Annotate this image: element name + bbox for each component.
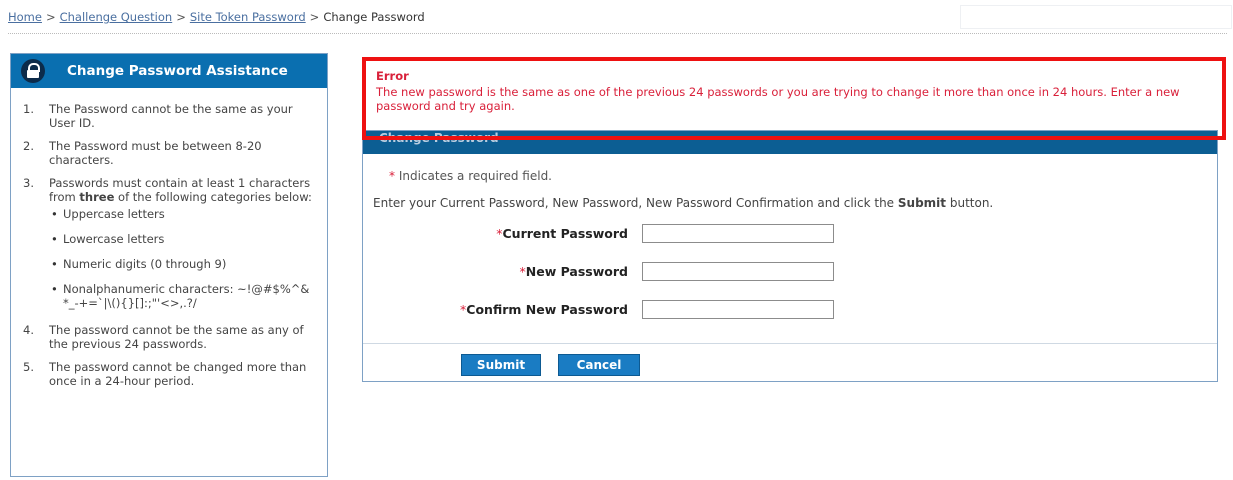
- rule-text: The Password must be between 8-20 charac…: [49, 139, 262, 167]
- rule-text: The Password cannot be the same as your …: [49, 102, 293, 130]
- new-password-input[interactable]: [642, 262, 834, 281]
- rule-text: The password cannot be the same as any o…: [49, 323, 304, 351]
- rule-number: 1.: [23, 102, 34, 116]
- label-text: Current Password: [502, 226, 629, 241]
- new-password-row: *New Password: [363, 262, 834, 281]
- rule-text: The password cannot be changed more than…: [49, 360, 307, 388]
- current-password-input[interactable]: [642, 224, 834, 243]
- error-message-box: Error The new password is the same as on…: [362, 57, 1226, 140]
- breadcrumb-challenge-question-link[interactable]: Challenge Question: [60, 10, 173, 24]
- rule-number: 4.: [23, 323, 34, 337]
- required-star: *: [389, 169, 395, 183]
- form-divider: [363, 343, 1217, 344]
- form-instruction: Enter your Current Password, New Passwor…: [373, 196, 993, 210]
- rule-number: 2.: [23, 139, 34, 153]
- confirm-password-input[interactable]: [642, 300, 834, 319]
- rule-number: 3.: [23, 176, 34, 190]
- breadcrumb-current: Change Password: [323, 10, 425, 24]
- breadcrumb: Home > Challenge Question > Site Token Passw…: [8, 10, 425, 24]
- breadcrumb-separator: >: [176, 10, 186, 24]
- header-box: [960, 5, 1232, 29]
- submit-button[interactable]: Submit: [461, 354, 541, 376]
- change-password-panel: Change Password * Indicates a required f…: [362, 130, 1218, 382]
- rule-text-part: of the following categories below:: [114, 190, 312, 204]
- character-categories-list: Uppercase letters Lowercase letters Nume…: [49, 207, 313, 310]
- assistance-header: Change Password Assistance: [11, 54, 327, 88]
- rule-text-bold: three: [79, 190, 115, 204]
- label-text: Confirm New Password: [466, 302, 628, 317]
- category-item: Lowercase letters: [49, 232, 313, 246]
- assistance-title: Change Password Assistance: [67, 63, 288, 79]
- instruction-text: Enter your Current Password, New Passwor…: [373, 196, 898, 210]
- rule-item: 3. Passwords must contain at least 1 cha…: [23, 176, 313, 314]
- confirm-password-label: *Confirm New Password: [363, 302, 628, 317]
- dotted-divider: [8, 33, 1227, 34]
- instruction-text: button.: [946, 196, 994, 210]
- required-note-text: Indicates a required field.: [398, 169, 552, 183]
- breadcrumb-separator: >: [309, 10, 320, 24]
- cancel-button[interactable]: Cancel: [558, 354, 640, 376]
- rule-number: 5.: [23, 360, 34, 374]
- current-password-row: *Current Password: [363, 224, 834, 243]
- category-item: Numeric digits (0 through 9): [49, 257, 313, 271]
- password-rules-list: 1. The Password cannot be the same as yo…: [11, 88, 327, 388]
- rule-item: 2. The Password must be between 8-20 cha…: [23, 139, 313, 167]
- rule-text: Passwords must contain at least 1 charac…: [49, 176, 313, 314]
- category-item: Uppercase letters: [49, 207, 313, 221]
- rule-item: 4. The password cannot be the same as an…: [23, 323, 313, 351]
- rule-item: 1. The Password cannot be the same as yo…: [23, 102, 313, 130]
- label-text: New Password: [525, 264, 628, 279]
- breadcrumb-separator: >: [45, 10, 56, 24]
- rule-item: 5. The password cannot be changed more t…: [23, 360, 313, 388]
- breadcrumb-site-token-password-link[interactable]: Site Token Password: [190, 10, 306, 24]
- confirm-password-row: *Confirm New Password: [363, 300, 834, 319]
- category-item: Nonalphanumeric characters: ~!@#$%^&*_-+…: [49, 282, 313, 310]
- current-password-label: *Current Password: [363, 226, 628, 241]
- new-password-label: *New Password: [363, 264, 628, 279]
- error-message: The new password is the same as one of t…: [376, 85, 1180, 113]
- required-field-note: * Indicates a required field.: [389, 169, 552, 183]
- instruction-bold: Submit: [897, 196, 947, 210]
- lock-icon: [21, 59, 45, 83]
- breadcrumb-home-link[interactable]: Home: [8, 10, 42, 24]
- password-assistance-panel: Change Password Assistance 1. The Passwo…: [10, 53, 328, 477]
- error-title: Error: [376, 69, 409, 83]
